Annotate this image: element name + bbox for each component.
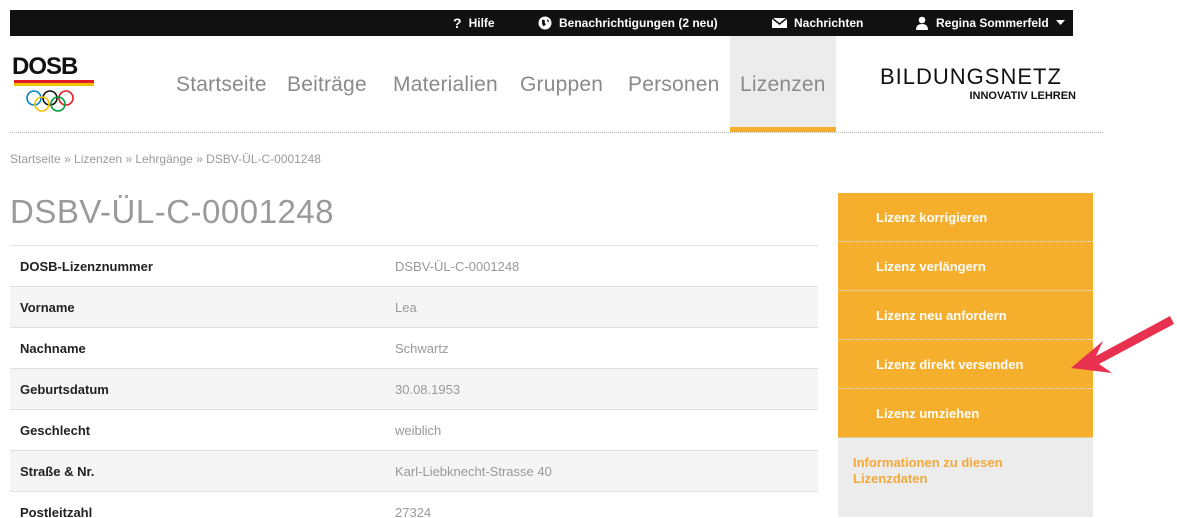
page-title: DSBV-ÜL-C-0001248	[10, 193, 334, 230]
row-value: DSBV-ÜL-C-0001248	[395, 245, 818, 287]
row-value: 27324	[395, 491, 818, 518]
correct-license-button[interactable]: Lizenz korrigieren	[838, 193, 1093, 242]
breadcrumb[interactable]: Startseite » Lizenzen » Lehrgänge » DSBV…	[10, 152, 321, 166]
notifications-label: Benachrichtigungen (2 neu)	[559, 16, 718, 30]
nav-item-materialien[interactable]: Materialien	[393, 73, 498, 97]
user-name: Regina Sommerfeld	[936, 16, 1049, 30]
license-info-link[interactable]: Informationen zu diesen Lizenzdaten	[838, 438, 1093, 517]
table-row: Straße & Nr. Karl-Liebknecht-Strasse 40	[10, 450, 818, 492]
license-actions-sidebar: Lizenz korrigieren Lizenz verlängern Liz…	[838, 193, 1093, 517]
table-row: Geburtsdatum 30.08.1953	[10, 368, 818, 410]
row-label: Vorname	[10, 286, 395, 328]
red-arrow-icon	[1071, 316, 1174, 373]
send-license-directly-button[interactable]: Lizenz direkt versenden	[838, 340, 1093, 389]
row-label: Geburtsdatum	[10, 368, 395, 410]
messages-label: Nachrichten	[794, 16, 864, 30]
nav-item-beitraege[interactable]: Beiträge	[287, 73, 367, 97]
help-label: Hilfe	[468, 16, 495, 30]
help-link[interactable]: ? Hilfe	[453, 10, 495, 36]
top-bar: ? Hilfe Benachrichtigungen (2 neu) Nachr…	[10, 10, 1073, 36]
user-icon	[915, 16, 929, 30]
brand-line-2: INNOVATIV LEHREN	[969, 90, 1076, 102]
bildungsnetz-logo[interactable]: BILDUNGSNETZ INNOVATIV LEHREN	[880, 64, 1080, 102]
request-new-license-button[interactable]: Lizenz neu anfordern	[838, 291, 1093, 340]
nav-item-gruppen[interactable]: Gruppen	[520, 73, 603, 97]
row-label: Geschlecht	[10, 409, 395, 451]
row-value: Karl-Liebknecht-Strasse 40	[395, 450, 818, 492]
row-value: weiblich	[395, 409, 818, 451]
row-value: 30.08.1953	[395, 368, 818, 410]
row-label: Postleitzahl	[10, 491, 395, 518]
envelope-icon	[772, 18, 787, 28]
globe-icon	[538, 16, 552, 30]
extend-license-button[interactable]: Lizenz verlängern	[838, 242, 1093, 291]
nav-item-startseite[interactable]: Startseite	[176, 73, 267, 97]
row-value: Lea	[395, 286, 818, 328]
nav-item-lizenzen[interactable]: Lizenzen	[740, 73, 826, 97]
header-divider	[10, 132, 1103, 133]
row-label: Nachname	[10, 327, 395, 369]
row-label: Straße & Nr.	[10, 450, 395, 492]
move-license-button[interactable]: Lizenz umziehen	[838, 389, 1093, 438]
row-value: Schwartz	[395, 327, 818, 369]
table-row: Vorname Lea	[10, 286, 818, 328]
license-details-table: DOSB-Lizenznummer DSBV-ÜL-C-0001248 Vorn…	[10, 245, 818, 518]
main-nav: Startseite Beiträge Materialien Gruppen …	[0, 36, 840, 131]
table-row: Geschlecht weiblich	[10, 409, 818, 451]
notifications-link[interactable]: Benachrichtigungen (2 neu)	[538, 10, 718, 36]
table-row: DOSB-Lizenznummer DSBV-ÜL-C-0001248	[10, 245, 818, 287]
caret-down-icon	[1055, 20, 1065, 26]
row-label: DOSB-Lizenznummer	[10, 245, 395, 287]
table-row: Postleitzahl 27324	[10, 491, 818, 518]
nav-item-personen[interactable]: Personen	[628, 73, 720, 97]
question-icon: ?	[453, 15, 462, 31]
brand-line-1: BILDUNGSNETZ	[880, 64, 1062, 89]
user-menu[interactable]: Regina Sommerfeld	[915, 10, 1065, 36]
messages-link[interactable]: Nachrichten	[772, 10, 863, 36]
table-row: Nachname Schwartz	[10, 327, 818, 369]
